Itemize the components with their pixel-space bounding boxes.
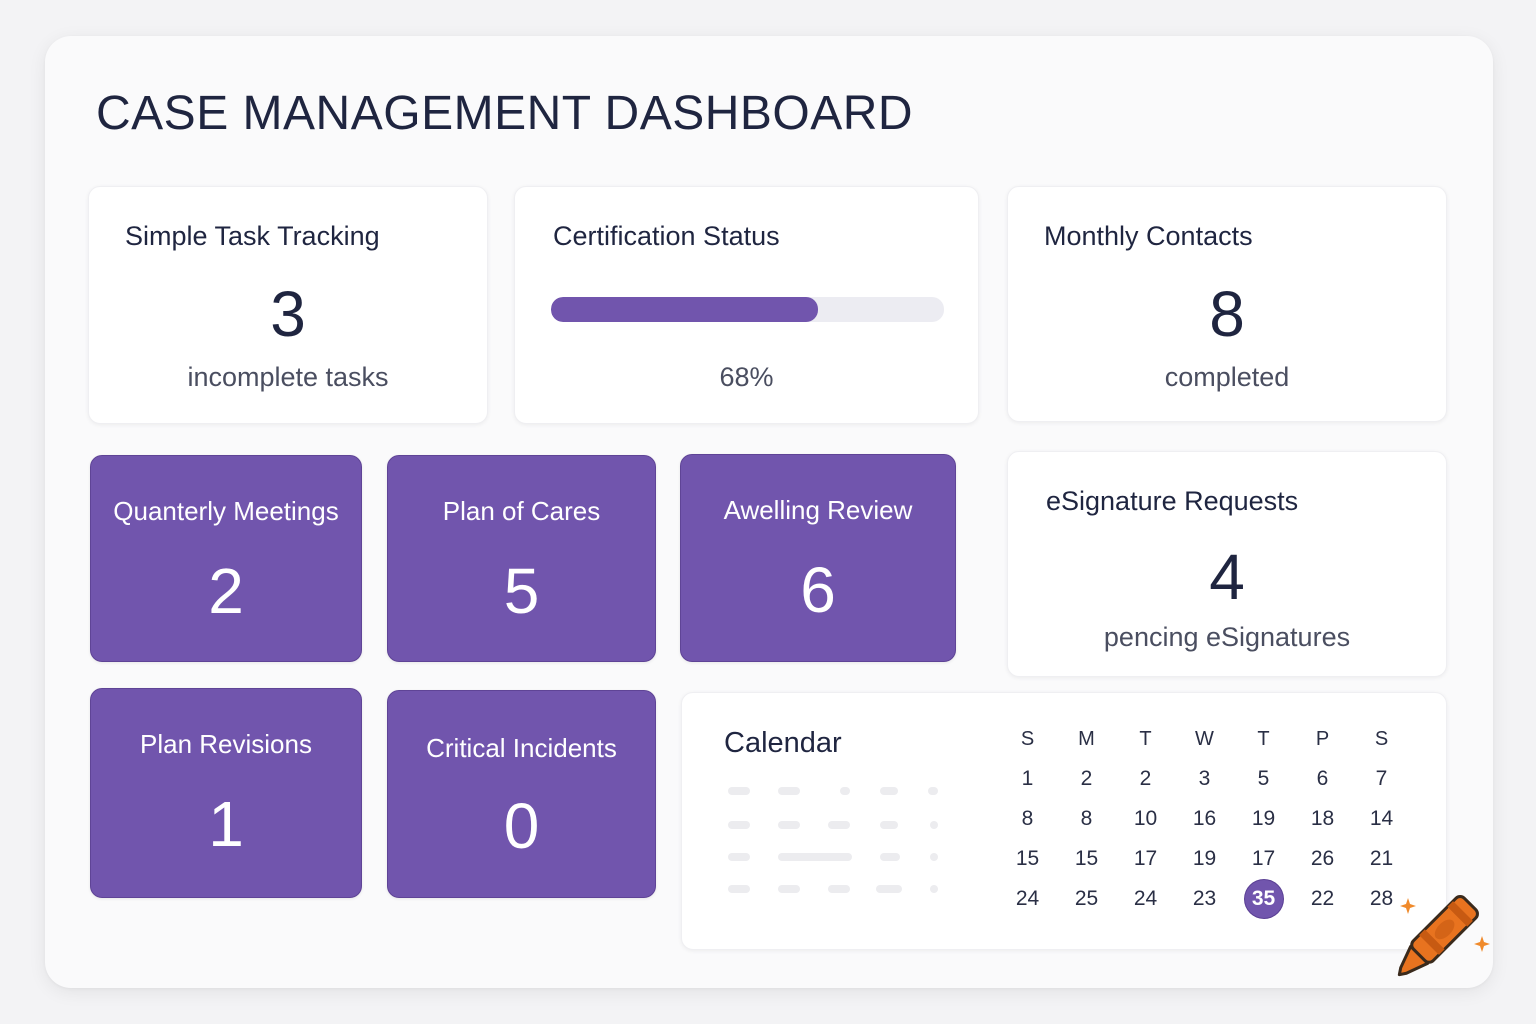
calendar-day-number: 16: [1192, 807, 1217, 830]
page-title: CASE MANAGEMENT DASHBOARD: [96, 87, 914, 140]
calendar-day-number: 2: [1139, 767, 1152, 790]
quarterly-meetings-tile[interactable]: Quanterly Meetings 2: [90, 455, 362, 662]
calendar-weekday: M: [1078, 728, 1095, 750]
critical-incidents-tile[interactable]: Critical Incidents 0: [387, 690, 656, 898]
calendar-weekday: W: [1195, 728, 1214, 750]
calendar-day[interactable]: 22: [1293, 887, 1352, 927]
calendar-day[interactable]: 15: [1057, 847, 1116, 887]
calendar-day-number: 5: [1257, 767, 1270, 790]
calendar-day[interactable]: 19: [1234, 807, 1293, 847]
calendar-day[interactable]: 7: [1352, 767, 1411, 807]
certification-percent: 68%: [719, 362, 774, 392]
calendar-day-selected[interactable]: 35: [1234, 880, 1293, 927]
calendar-day-number: 24: [1015, 887, 1040, 910]
calendar-day-number: 22: [1310, 887, 1335, 910]
calendar-day[interactable]: 19: [1175, 847, 1234, 887]
calendar-day-number: 3: [1198, 767, 1211, 790]
calendar-day-number: 7: [1375, 767, 1388, 790]
esignature-title: eSignature Requests: [1046, 486, 1299, 516]
tile-count: 1: [208, 788, 244, 860]
crayon-icon: [1397, 895, 1490, 977]
awelling-review-tile[interactable]: Awelling Review 6: [680, 454, 956, 662]
esignature-label: pencing eSignatures: [1103, 622, 1351, 652]
tile-count: 0: [503, 790, 540, 862]
tile-label: Plan of Cares: [442, 496, 601, 526]
esignature-count: 4: [1209, 541, 1245, 613]
calendar-day[interactable]: 2: [1116, 767, 1175, 807]
calendar-weekday: T: [1257, 728, 1270, 750]
calendar-day-number: 26: [1310, 847, 1335, 870]
plan-revisions-tile[interactable]: Plan Revisions 1: [90, 688, 362, 898]
calendar-day[interactable]: 6: [1293, 767, 1352, 807]
calendar-day[interactable]: 8: [998, 807, 1057, 847]
calendar-day-number: 17: [1251, 847, 1276, 870]
calendar-weekday: S: [1374, 728, 1389, 750]
calendar-day-number: 19: [1192, 847, 1217, 870]
calendar-day[interactable]: 24: [1116, 887, 1175, 927]
calendar-day-number: 23: [1192, 887, 1217, 910]
plan-of-cares-tile[interactable]: Plan of Cares 5: [387, 455, 656, 662]
calendar-day[interactable]: 2: [1057, 767, 1116, 807]
calendar-day-number: 21: [1369, 847, 1394, 870]
calendar-weekday: P: [1315, 728, 1330, 750]
calendar-day[interactable]: 15: [998, 847, 1057, 887]
task-tracking-count: 3: [270, 278, 306, 350]
calendar-day[interactable]: 23: [1175, 887, 1234, 927]
calendar-day[interactable]: 24: [998, 887, 1057, 927]
calendar-day-number: 2: [1080, 767, 1093, 790]
calendar-day-number: 10: [1133, 807, 1158, 830]
tile-count: 6: [800, 554, 836, 626]
monthly-contacts-card[interactable]: Monthly Contacts 8 completed: [1007, 186, 1447, 422]
calendar-weekday: T: [1139, 728, 1152, 750]
calendar-day-number: 25: [1074, 887, 1099, 910]
certification-progress-fill: [551, 297, 819, 322]
task-tracking-label: incomplete tasks: [187, 362, 389, 392]
task-tracking-title: Simple Task Tracking: [125, 221, 380, 251]
calendar-day[interactable]: 10: [1116, 807, 1175, 847]
tile-label: Awelling Review: [723, 495, 913, 525]
calendar-day[interactable]: 5: [1234, 767, 1293, 807]
esignature-requests-card[interactable]: eSignature Requests 4 pencing eSignature…: [1007, 451, 1447, 677]
calendar-day-number: 19: [1251, 807, 1276, 830]
certification-progress-bar: [551, 297, 944, 322]
monthly-contacts-label: completed: [1164, 362, 1290, 392]
calendar-day-number: 15: [1015, 847, 1040, 870]
certification-title: Certification Status: [553, 221, 780, 251]
calendar-title: Calendar: [724, 727, 842, 759]
calendar-card: Calendar S M T W T P S 1 2 2 3 5 6 7 8 8 10 16 19 18 14 15 15 1…: [681, 692, 1447, 950]
calendar-day-number: 17: [1133, 847, 1158, 870]
calendar-day[interactable]: 18: [1293, 807, 1352, 847]
calendar-day-number: 1: [1021, 767, 1034, 790]
task-tracking-card[interactable]: Simple Task Tracking 3 incomplete tasks: [88, 186, 488, 424]
calendar-day-number: 35: [1244, 880, 1283, 918]
tile-count: 5: [503, 555, 540, 627]
calendar-day[interactable]: 25: [1057, 887, 1116, 927]
monthly-contacts-count: 8: [1209, 278, 1245, 350]
calendar-day[interactable]: 14: [1352, 807, 1411, 847]
certification-status-card[interactable]: Certification Status 68%: [514, 186, 979, 424]
calendar-day-number: 15: [1074, 847, 1099, 870]
calendar-grid: S M T W T P S 1 2 2 3 5 6 7 8 8 10 16 19 18 14 15 15 17 19 17 26 21…: [998, 727, 1418, 927]
tile-label: Critical Incidents: [426, 733, 617, 763]
calendar-day-number: 18: [1310, 807, 1335, 830]
calendar-day[interactable]: 8: [1057, 807, 1116, 847]
tile-count: 2: [208, 555, 244, 627]
monthly-contacts-title: Monthly Contacts: [1044, 221, 1253, 251]
calendar-day[interactable]: 17: [1116, 847, 1175, 887]
calendar-day[interactable]: 3: [1175, 767, 1234, 807]
calendar-day-number: 8: [1021, 807, 1034, 830]
calendar-placeholder-lines: [728, 787, 942, 899]
calendar-weekday: S: [1020, 728, 1035, 750]
calendar-day-number: 24: [1133, 887, 1158, 910]
calendar-day-number: 6: [1316, 767, 1329, 790]
calendar-day[interactable]: 26: [1293, 847, 1352, 887]
calendar-day-number: 14: [1369, 807, 1394, 830]
tile-label: Quanterly Meetings: [113, 496, 339, 526]
tile-label: Plan Revisions: [140, 729, 312, 759]
calendar-day-number: 8: [1080, 807, 1093, 830]
calendar-day[interactable]: 1: [998, 767, 1057, 807]
calendar-day[interactable]: 16: [1175, 807, 1234, 847]
